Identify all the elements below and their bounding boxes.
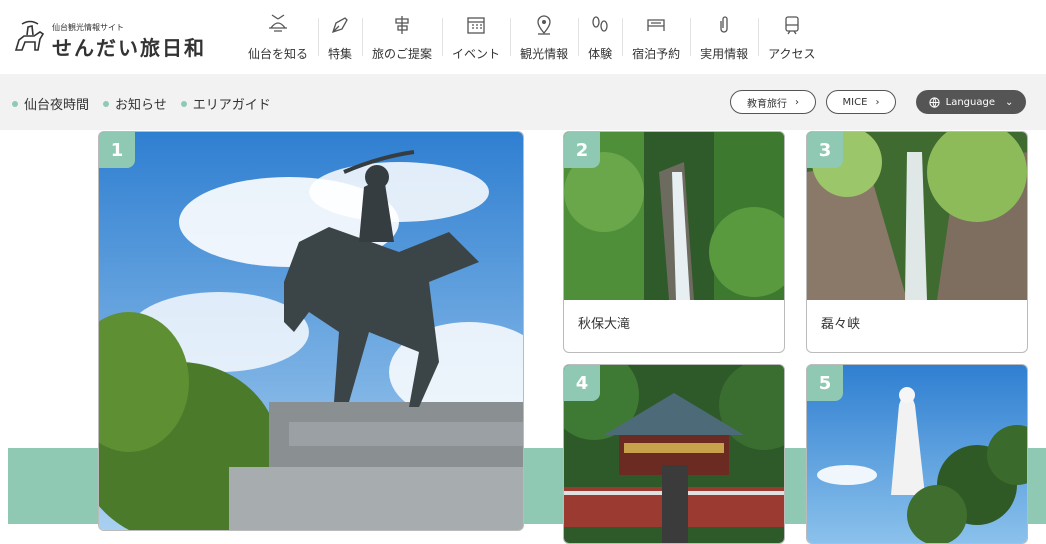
bed-icon <box>647 19 665 31</box>
ranking-card-5[interactable]: 5 <box>806 364 1028 544</box>
site-logo[interactable]: 仙台観光情報サイト せんだい旅日和 <box>10 18 230 62</box>
nav-label: 旅のご提案 <box>372 47 433 61</box>
global-nav: 仙台を知る 特集 旅のご提案 イベント 観光情報 体験 宿泊予約 実用情報 アク… <box>238 14 826 66</box>
mice-button[interactable]: MICE › <box>826 90 896 114</box>
card-title: 秋保大滝 <box>578 317 631 332</box>
language-selector[interactable]: Language ⌄ <box>916 90 1026 114</box>
ranking-card-3[interactable]: 3 磊々峡 <box>806 131 1028 353</box>
horse-rider-logo-icon <box>14 20 45 51</box>
button-label: 教育旅行 <box>747 98 787 110</box>
button-label: MICE <box>842 96 868 108</box>
nav-item-travel-proposals[interactable]: 旅のご提案 <box>362 14 442 66</box>
nav-item-about-sendai[interactable]: 仙台を知る <box>238 14 318 66</box>
footprints-icon <box>592 16 608 32</box>
site-header: 仙台観光情報サイト せんだい旅日和 仙台を知る 特集 旅のご提案 イベント 観光… <box>0 0 1046 74</box>
location-pin-icon <box>537 15 551 35</box>
nav-label: 観光情報 <box>520 47 569 61</box>
nav-item-sightseeing[interactable]: 観光情報 <box>510 14 578 66</box>
rank-badge: 5 <box>807 365 843 401</box>
bullet-dot-icon <box>180 100 187 107</box>
nav-label: 実用情報 <box>700 47 749 61</box>
date-masamune-statue-image <box>99 132 523 530</box>
chevron-right-icon: › <box>875 96 880 108</box>
nav-label: 仙台を知る <box>248 47 309 61</box>
nav-label: 宿泊予約 <box>632 47 681 61</box>
subnav-item-news[interactable]: お知らせ <box>103 94 167 113</box>
nav-label: イベント <box>452 47 501 61</box>
logo-title: せんだい旅日和 <box>52 36 206 60</box>
bullet-dot-icon <box>103 100 110 107</box>
rank-badge: 2 <box>564 132 600 168</box>
nav-label: アクセス <box>768 47 816 61</box>
nav-label: 体験 <box>588 47 613 61</box>
ranking-card-1[interactable]: 1 <box>98 131 524 531</box>
calendar-icon <box>467 17 485 34</box>
pen-icon <box>331 17 348 34</box>
sub-nav: 仙台夜時間 お知らせ エリアガイド <box>12 94 271 113</box>
signpost-icon <box>395 16 409 34</box>
ranking-card-2[interactable]: 2 秋保大滝 <box>563 131 785 353</box>
education-travel-button[interactable]: 教育旅行 › <box>730 90 816 114</box>
nav-item-accommodation[interactable]: 宿泊予約 <box>622 14 690 66</box>
ranking-card-4[interactable]: 4 <box>563 364 785 544</box>
card-title: 磊々峡 <box>821 317 861 332</box>
subnav-label: エリアガイド <box>192 98 271 113</box>
globe-icon <box>928 96 940 108</box>
subnav-label: 仙台夜時間 <box>24 98 90 113</box>
subnav-item-area-guide[interactable]: エリアガイド <box>180 94 271 113</box>
chevron-right-icon: › <box>795 96 799 108</box>
bullet-dot-icon <box>12 100 18 107</box>
nav-item-features[interactable]: 特集 <box>318 14 362 66</box>
subnav-label: お知らせ <box>115 98 167 113</box>
nav-item-access[interactable]: アクセス <box>758 14 825 66</box>
train-icon <box>785 16 799 35</box>
nav-item-experiences[interactable]: 体験 <box>578 14 622 66</box>
rank-badge: 1 <box>99 132 135 168</box>
nav-label: 特集 <box>328 47 353 61</box>
sub-navigation-bar: 仙台夜時間 お知らせ エリアガイド 教育旅行 › MICE › Language ⌄ <box>0 74 1046 130</box>
helmet-icon <box>269 14 287 32</box>
nav-item-practical-info[interactable]: 実用情報 <box>690 14 758 66</box>
paperclip-icon <box>720 16 728 33</box>
rank-badge: 4 <box>564 365 600 401</box>
rank-badge: 3 <box>807 132 843 168</box>
subnav-item-night[interactable]: 仙台夜時間 <box>12 94 89 113</box>
language-label: Language <box>945 96 995 108</box>
nav-item-events[interactable]: イベント <box>442 14 510 66</box>
chevron-down-icon: ⌄ <box>1004 96 1014 108</box>
